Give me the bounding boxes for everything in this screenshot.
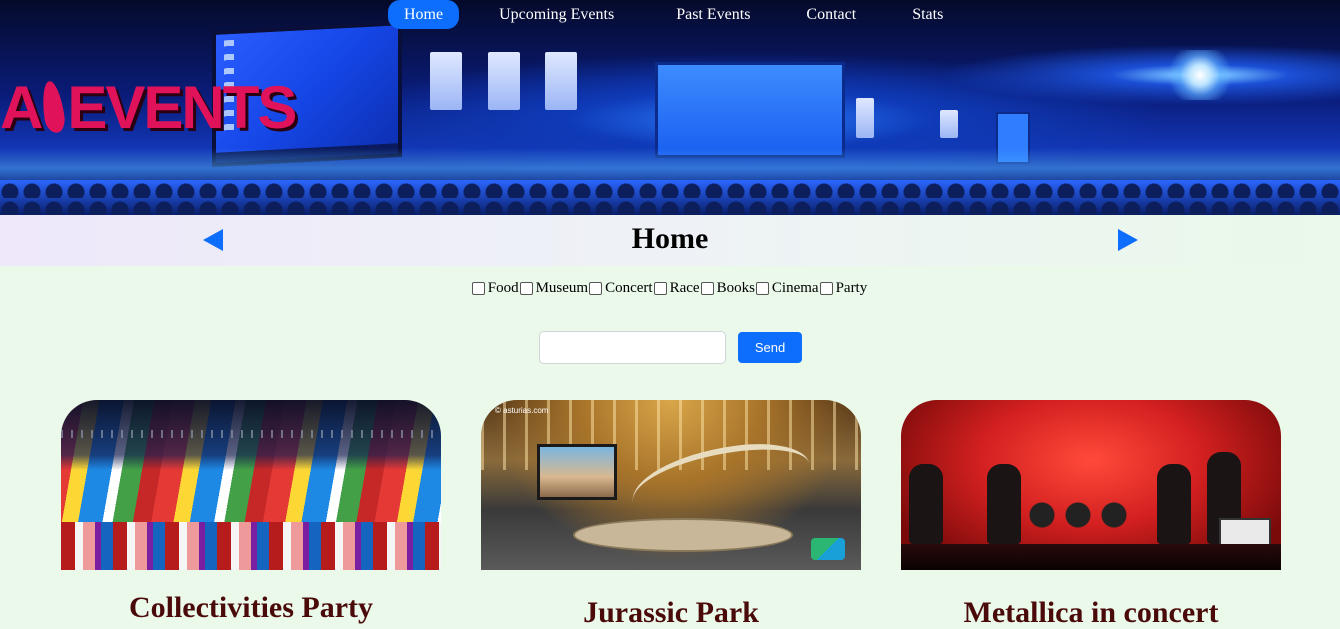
flame-icon: [39, 79, 67, 135]
stage-truss: [61, 430, 441, 438]
hero-hanging-banner: [488, 52, 520, 110]
filter-race[interactable]: Race: [653, 280, 701, 297]
filter-label: Party: [835, 280, 868, 296]
band-member: [909, 464, 943, 544]
museum-checkbox[interactable]: [519, 282, 533, 295]
party-flags-photo[interactable]: [61, 400, 441, 570]
filter-label: Food: [487, 280, 519, 296]
nav-past-events[interactable]: Past Events: [660, 0, 766, 29]
logo-letter: A: [0, 73, 43, 141]
hero-hanging-banner: [856, 98, 874, 138]
filter-label: Books: [716, 280, 755, 296]
triangle-right-icon[interactable]: [1118, 229, 1138, 251]
stage-spotlight: [1170, 50, 1230, 100]
filter-cinema[interactable]: Cinema: [755, 280, 820, 297]
card-title[interactable]: Jurassic Park: [481, 596, 861, 629]
cinema-checkbox[interactable]: [755, 282, 769, 295]
title-bar: Home: [0, 215, 1340, 266]
amplifier: [1219, 518, 1271, 546]
race-checkbox[interactable]: [653, 282, 667, 295]
site-logo[interactable]: A EVENTS: [0, 72, 297, 142]
send-button[interactable]: Send: [738, 332, 802, 363]
search-input[interactable]: [539, 331, 726, 364]
nav-upcoming-events[interactable]: Upcoming Events: [483, 0, 630, 29]
hero-screen-center: [655, 62, 845, 158]
hero-hanging-banner: [430, 52, 462, 110]
band-member: [987, 464, 1021, 544]
filter-food[interactable]: Food: [471, 280, 520, 297]
filter-party[interactable]: Party: [819, 280, 869, 297]
filter-label: Museum: [535, 280, 589, 296]
filter-concert[interactable]: Concert: [589, 280, 653, 297]
food-checkbox[interactable]: [471, 282, 485, 295]
concert-stage-photo[interactable]: [901, 400, 1281, 570]
card-title[interactable]: Collectivities Party: [61, 591, 441, 625]
hero-banner: A EVENTS: [0, 0, 1340, 215]
photo-credit: © asturias.com: [495, 406, 549, 415]
filter-label: Race: [669, 280, 700, 296]
crowd: [61, 522, 441, 570]
hero-hanging-banner: [545, 52, 577, 110]
filter-books[interactable]: Books: [700, 280, 756, 297]
books-checkbox[interactable]: [700, 282, 714, 295]
event-card[interactable]: © asturias.com Jurassic Park: [481, 400, 861, 629]
nav-home[interactable]: Home: [388, 0, 460, 29]
stage-floor: [901, 544, 1281, 570]
category-filters: Food Museum Concert Race Books Cinema Pa…: [0, 280, 1340, 297]
filter-label: Cinema: [771, 280, 819, 296]
nav-contact[interactable]: Contact: [790, 0, 872, 29]
event-card[interactable]: Metallica in concert: [901, 400, 1281, 629]
card-title[interactable]: Metallica in concert: [901, 596, 1281, 629]
dinosaur-painting: [537, 444, 617, 500]
band-member: [1157, 464, 1191, 544]
filter-museum[interactable]: Museum: [519, 280, 590, 297]
museum-logo-icon: [811, 538, 845, 560]
audience-seats: [0, 180, 1340, 215]
event-card[interactable]: Collectivities Party: [61, 400, 441, 625]
nav-stats[interactable]: Stats: [896, 0, 959, 29]
museum-dinosaur-photo[interactable]: © asturias.com: [481, 400, 861, 570]
logo-text: EVENTS: [67, 73, 297, 141]
hero-hanging-banner: [940, 110, 958, 138]
drum-kit: [1027, 500, 1137, 530]
page-title: Home: [631, 222, 709, 255]
concert-checkbox[interactable]: [589, 282, 603, 295]
filter-label: Concert: [605, 280, 653, 296]
party-checkbox[interactable]: [819, 282, 833, 295]
main-nav: Home Upcoming Events Past Events Contact…: [388, 0, 983, 29]
